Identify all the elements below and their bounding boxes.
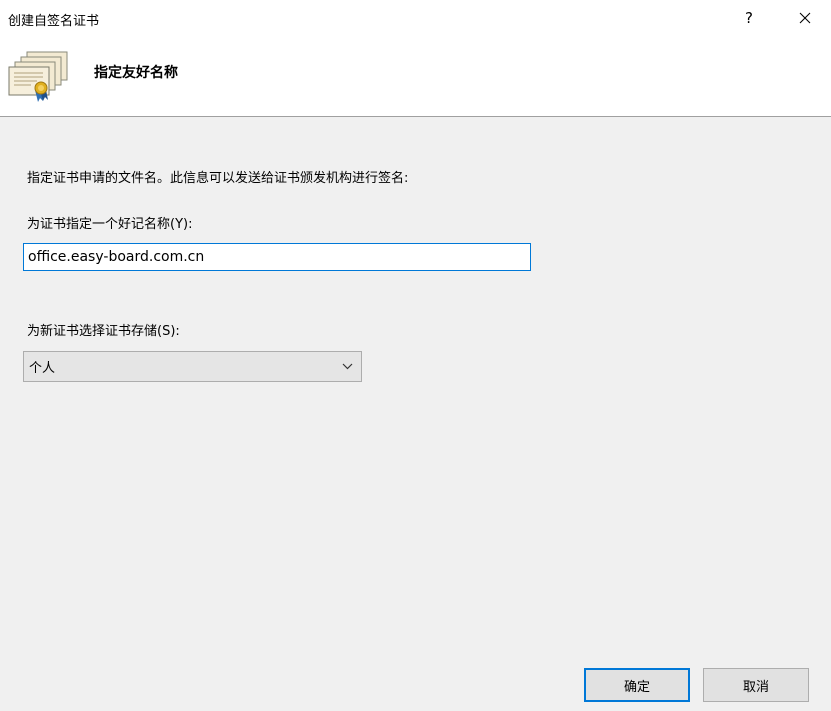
header-banner: 指定友好名称 [0, 38, 831, 117]
chevron-down-icon [337, 352, 357, 381]
certificate-store-selected: 个人 [29, 361, 56, 376]
help-icon: ? [745, 9, 753, 27]
certificate-store-dropdown[interactable]: 个人 [23, 351, 362, 382]
ok-button-label: 确定 [623, 679, 650, 695]
certificate-store-label: 为新证书选择证书存储(S): [27, 324, 180, 339]
friendly-name-label: 为证书指定一个好记名称(Y): [27, 217, 193, 232]
title-bar: 创建自签名证书 ? [0, 0, 831, 38]
dialog-content: 指定证书申请的文件名。此信息可以发送给证书颁发机构进行签名: 为证书指定一个好记… [0, 117, 831, 711]
description-text: 指定证书申请的文件名。此信息可以发送给证书颁发机构进行签名: [27, 171, 409, 186]
help-button[interactable]: ? [726, 0, 772, 36]
certificate-icon [8, 51, 68, 102]
window-title: 创建自签名证书 [8, 14, 100, 29]
ok-button[interactable]: 确定 [584, 668, 690, 702]
close-button[interactable] [782, 0, 828, 36]
close-icon [799, 12, 811, 24]
friendly-name-input[interactable] [23, 243, 531, 271]
create-self-signed-certificate-dialog: 创建自签名证书 ? 指定友好名称 指定证书申请的文件名。此信息可以发送给证书颁发… [0, 0, 831, 711]
cancel-button-label: 取消 [742, 679, 769, 695]
page-title: 指定友好名称 [94, 65, 178, 81]
cancel-button[interactable]: 取消 [703, 668, 809, 702]
